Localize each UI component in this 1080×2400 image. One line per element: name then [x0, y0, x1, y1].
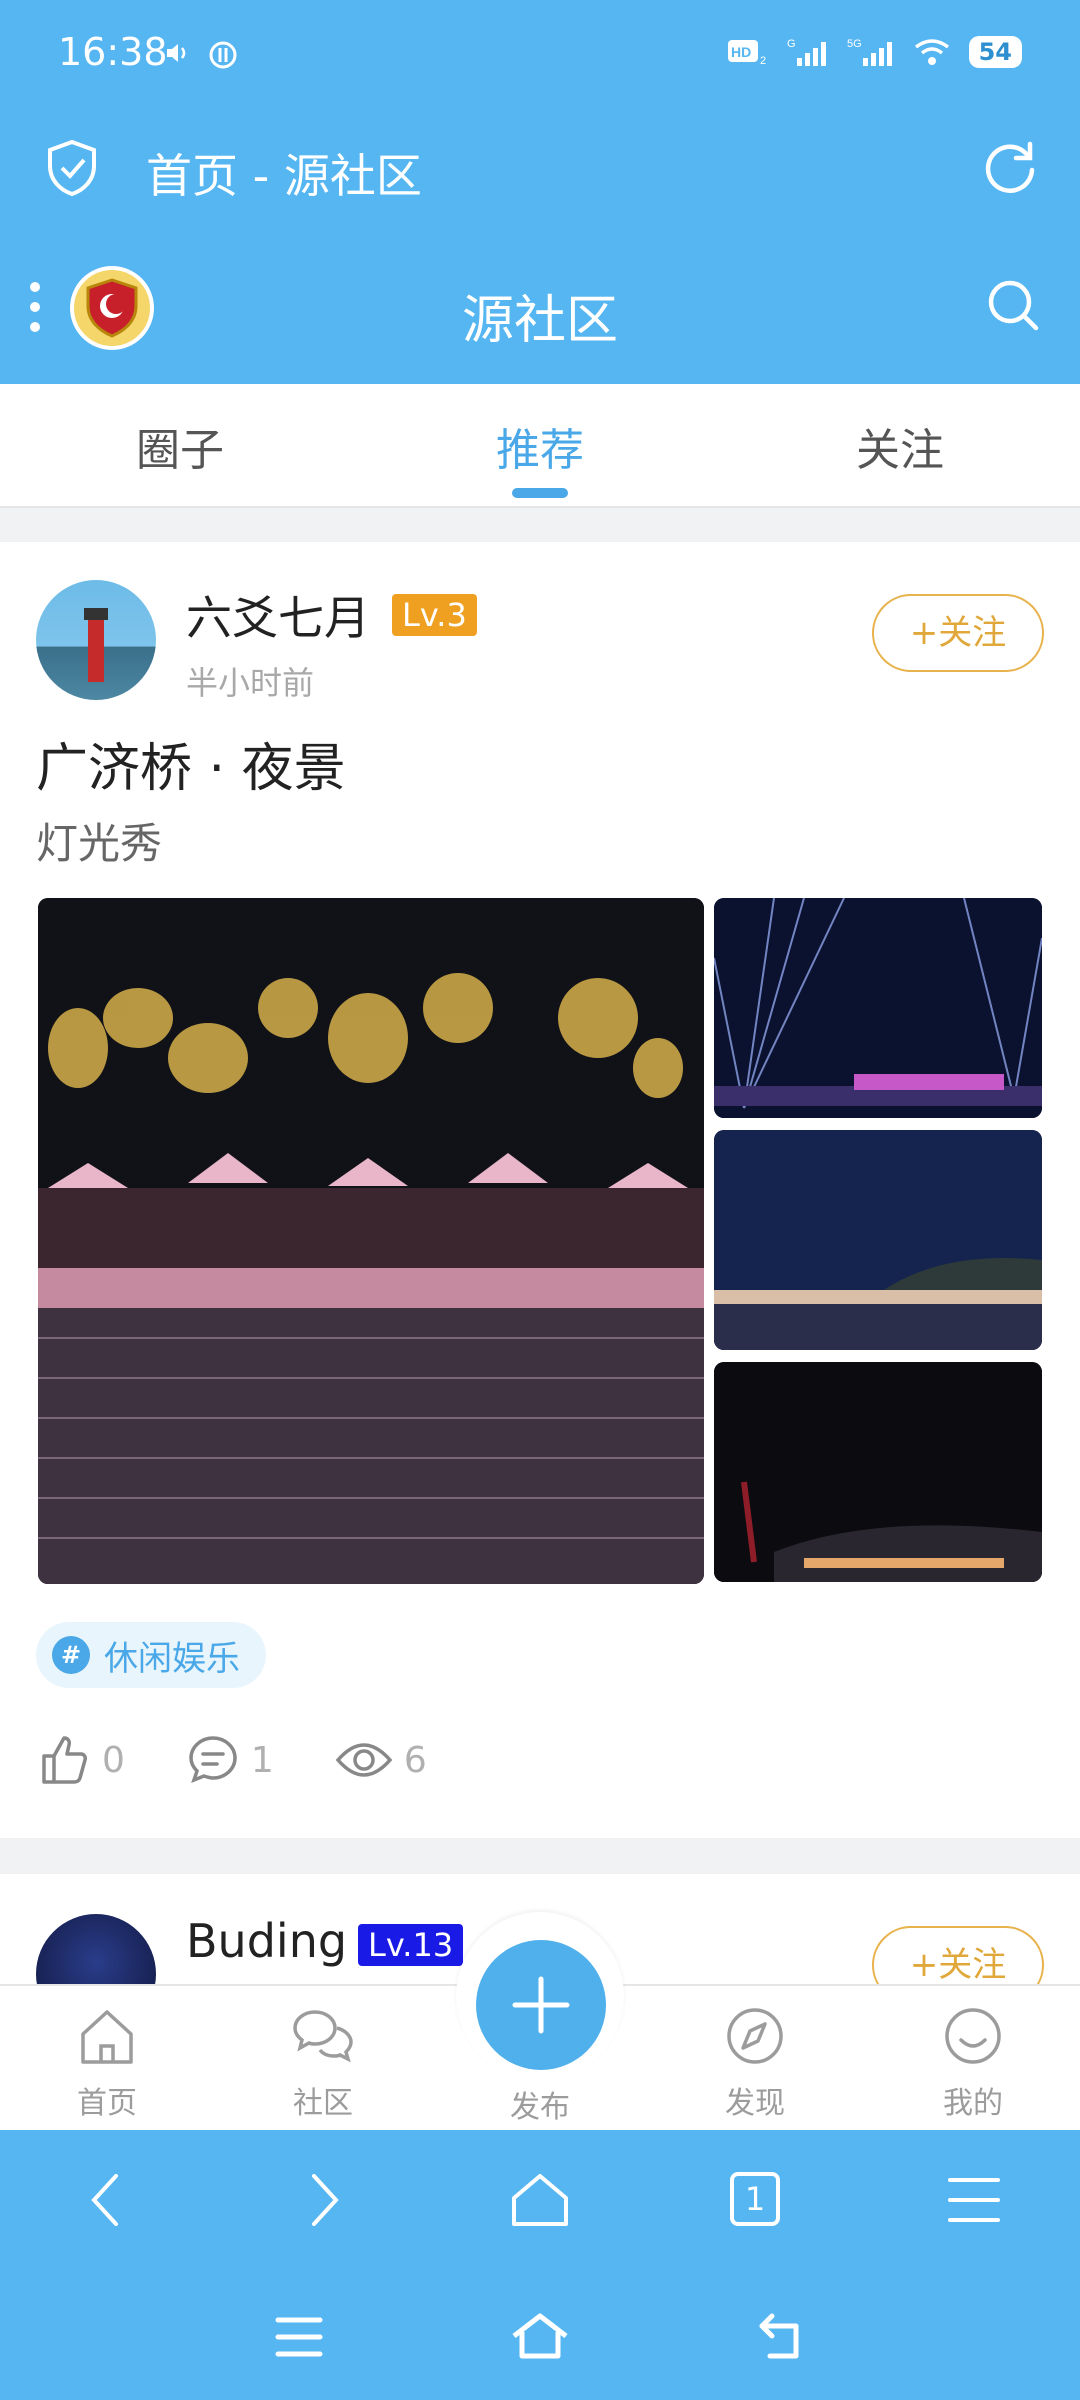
- like-button[interactable]: 0: [36, 1732, 125, 1788]
- view-count-group: 6: [334, 1732, 427, 1788]
- laser-show-photo: [714, 898, 1042, 1118]
- thumbs-up-icon: [42, 1736, 87, 1784]
- nav-mine[interactable]: 我的: [898, 2006, 1048, 2122]
- title-bar: 首页 - 源社区: [0, 116, 1080, 226]
- smiley-icon: [945, 2008, 1001, 2064]
- post-image-main[interactable]: [38, 898, 704, 1584]
- level-badge: Lv.3: [392, 594, 477, 636]
- home-icon: [81, 2010, 133, 2064]
- post-time: 半小时前: [186, 664, 315, 702]
- svg-text:5G: 5G: [847, 38, 862, 50]
- topic-tag[interactable]: # 休闲娱乐: [36, 1622, 266, 1688]
- menu-icon[interactable]: [946, 2170, 1002, 2230]
- post-card[interactable]: 六爻七月 Lv.3 半小时前 +关注 广济桥 · 夜景 灯光秀 # 休闲娱乐 0…: [0, 542, 1080, 1838]
- bridge-evening-photo: [714, 1130, 1042, 1350]
- tabs-count-button[interactable]: 1: [730, 2172, 780, 2226]
- page-title: 首页 - 源社区: [146, 149, 422, 203]
- hashtag-icon: #: [52, 1636, 90, 1674]
- comment-button[interactable]: 1: [185, 1732, 274, 1788]
- compass-icon: [727, 2008, 783, 2064]
- signal-g-icon: G: [787, 38, 826, 66]
- signal-5g-icon: 5G: [847, 38, 892, 66]
- level-badge: Lv.13: [358, 1924, 464, 1966]
- forward-icon[interactable]: [304, 2170, 344, 2230]
- plus-icon: [512, 1976, 570, 2034]
- tab-recommend[interactable]: 推荐: [440, 414, 640, 478]
- night-bridge-photo: [38, 898, 704, 1584]
- feed-tabs: 圈子 推荐 关注: [0, 384, 1080, 508]
- svg-text:HD: HD: [731, 44, 751, 60]
- publish-button[interactable]: [476, 1940, 606, 2070]
- post-username[interactable]: 六爻七月: [186, 582, 370, 648]
- search-icon[interactable]: [986, 278, 1042, 334]
- browser-toolbar: 1: [0, 2130, 1080, 2274]
- recent-apps-icon[interactable]: [274, 2314, 324, 2360]
- avatar[interactable]: [36, 580, 156, 700]
- post-username[interactable]: Buding: [186, 1914, 347, 1968]
- eye-icon: [335, 1743, 393, 1777]
- nav-publish-label: 发布: [510, 2090, 570, 2125]
- like-count: 0: [102, 1739, 125, 1781]
- status-bar: 16:38 HD 2 G 5G 54: [0, 0, 1080, 116]
- nav-home[interactable]: 首页: [32, 2006, 182, 2122]
- back-icon[interactable]: [86, 2170, 126, 2230]
- browser-home-icon[interactable]: [508, 2170, 572, 2230]
- system-back-icon[interactable]: [756, 2310, 806, 2362]
- svg-text:2: 2: [760, 55, 766, 67]
- dark-night-photo: [714, 1362, 1042, 1582]
- battery-indicator: 54: [968, 36, 1022, 68]
- tab-indicator: [512, 488, 568, 498]
- post-subtitle[interactable]: 灯光秀: [36, 810, 162, 871]
- data-saver-icon: [209, 41, 237, 69]
- status-right-icons: HD 2 G 5G 54: [727, 36, 1022, 68]
- system-navigation: [0, 2274, 1080, 2400]
- comment-count: 1: [250, 1739, 274, 1781]
- comment-icon: [189, 1736, 237, 1784]
- status-time: 16:38: [58, 30, 168, 74]
- topic-tag-label: 休闲娱乐: [104, 1638, 240, 1679]
- nav-community-label: 社区: [293, 2086, 353, 2121]
- hd-icon: HD 2: [727, 40, 766, 67]
- chat-bubbles-icon: [293, 2010, 353, 2063]
- shield-check-icon[interactable]: [44, 138, 100, 198]
- post-image-2[interactable]: [714, 898, 1042, 1118]
- follow-button[interactable]: +关注: [872, 594, 1044, 672]
- post-title[interactable]: 广济桥 · 夜景: [36, 726, 346, 801]
- wifi-icon: [914, 39, 949, 65]
- nav-discover-label: 发现: [725, 2086, 785, 2121]
- svg-text:G: G: [787, 38, 796, 50]
- lighthouse-image: [84, 608, 108, 682]
- status-left-icons: [164, 40, 238, 70]
- nav-community[interactable]: 社区: [248, 2006, 398, 2122]
- post-image-3[interactable]: [714, 1130, 1042, 1350]
- app-title: 源社区: [461, 291, 618, 351]
- nav-mine-label: 我的: [943, 2086, 1003, 2121]
- view-count: 6: [403, 1739, 427, 1781]
- app-header: 源社区: [0, 226, 1080, 384]
- post-image-4[interactable]: [714, 1362, 1042, 1582]
- tab-circle[interactable]: 圈子: [80, 414, 280, 478]
- nav-discover[interactable]: 发现: [680, 2006, 830, 2122]
- refresh-icon[interactable]: [982, 138, 1040, 196]
- nav-home-label: 首页: [77, 2086, 137, 2121]
- speaker-icon: [167, 44, 186, 62]
- tab-following[interactable]: 关注: [800, 414, 1000, 478]
- post-actions: 0 1 6: [36, 1732, 487, 1788]
- system-home-icon[interactable]: [508, 2310, 572, 2362]
